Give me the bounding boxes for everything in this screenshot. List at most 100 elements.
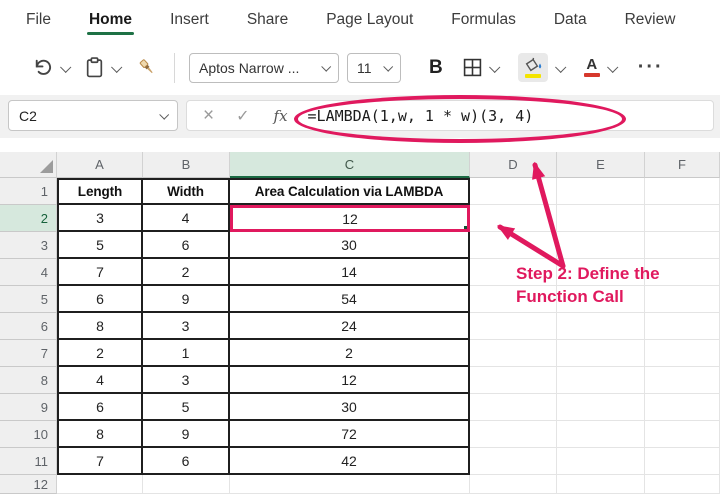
cell-E6[interactable] <box>557 313 645 340</box>
cell-F2[interactable] <box>645 205 720 232</box>
column-header-e[interactable]: E <box>557 152 645 178</box>
paste-button[interactable] <box>85 57 120 78</box>
cell-D2[interactable] <box>470 205 557 232</box>
cell-E2[interactable] <box>557 205 645 232</box>
select-all-button[interactable] <box>0 152 57 178</box>
bold-button[interactable]: B <box>429 57 443 79</box>
cell-C7[interactable]: 2 <box>230 340 470 367</box>
cell-E3[interactable] <box>557 232 645 259</box>
chevron-down-icon[interactable] <box>607 61 618 72</box>
formula-text[interactable]: =LAMBDA(1,w, 1 * w)(3, 4) <box>308 107 534 125</box>
cell-A3[interactable]: 5 <box>57 232 143 259</box>
cell-A9[interactable]: 6 <box>57 394 143 421</box>
tab-file[interactable]: File <box>24 2 53 38</box>
cell-C9[interactable]: 30 <box>230 394 470 421</box>
cell-B1[interactable]: Width <box>143 178 230 205</box>
cell-D4[interactable] <box>470 259 557 286</box>
cell-B7[interactable]: 1 <box>143 340 230 367</box>
cell-D9[interactable] <box>470 394 557 421</box>
chevron-down-icon[interactable] <box>489 61 500 72</box>
chevron-down-icon[interactable] <box>111 61 122 72</box>
cell-A1[interactable]: Length <box>57 178 143 205</box>
cell-D8[interactable] <box>470 367 557 394</box>
cell-B2[interactable]: 4 <box>143 205 230 232</box>
font-color-button[interactable]: A <box>584 59 616 77</box>
cell-C4[interactable]: 14 <box>230 259 470 286</box>
tab-review[interactable]: Review <box>623 2 678 38</box>
cell-D7[interactable] <box>470 340 557 367</box>
cell-C3[interactable]: 30 <box>230 232 470 259</box>
cell-A4[interactable]: 7 <box>57 259 143 286</box>
row-header-10[interactable]: 10 <box>0 421 57 448</box>
tab-home[interactable]: Home <box>87 2 134 38</box>
tab-formulas[interactable]: Formulas <box>449 2 518 38</box>
cell-E10[interactable] <box>557 421 645 448</box>
cell-B4[interactable]: 2 <box>143 259 230 286</box>
cell-B10[interactable]: 9 <box>143 421 230 448</box>
name-box[interactable]: C2 <box>8 100 178 131</box>
column-header-b[interactable]: B <box>143 152 230 178</box>
fx-icon[interactable]: fx <box>274 107 288 125</box>
cell-E4[interactable] <box>557 259 645 286</box>
cell-B6[interactable]: 3 <box>143 313 230 340</box>
cell-B12[interactable] <box>143 475 230 494</box>
cell-E11[interactable] <box>557 448 645 475</box>
column-header-a[interactable]: A <box>57 152 143 178</box>
cancel-icon[interactable]: × <box>203 105 214 127</box>
tab-page-layout[interactable]: Page Layout <box>324 2 415 38</box>
cell-F4[interactable] <box>645 259 720 286</box>
cell-F11[interactable] <box>645 448 720 475</box>
row-header-1[interactable]: 1 <box>0 178 57 205</box>
borders-button[interactable] <box>463 58 498 77</box>
column-header-f[interactable]: F <box>645 152 720 178</box>
cell-B5[interactable]: 9 <box>143 286 230 313</box>
cell-F5[interactable] <box>645 286 720 313</box>
cell-D12[interactable] <box>470 475 557 494</box>
row-header-12[interactable]: 12 <box>0 475 57 494</box>
row-header-11[interactable]: 11 <box>0 448 57 475</box>
cell-A5[interactable]: 6 <box>57 286 143 313</box>
tab-insert[interactable]: Insert <box>168 2 211 38</box>
cell-F9[interactable] <box>645 394 720 421</box>
cell-F6[interactable] <box>645 313 720 340</box>
column-header-c[interactable]: C <box>230 152 470 178</box>
cell-A11[interactable]: 7 <box>57 448 143 475</box>
cell-A6[interactable]: 8 <box>57 313 143 340</box>
cell-E8[interactable] <box>557 367 645 394</box>
cell-B11[interactable]: 6 <box>143 448 230 475</box>
cell-C2[interactable]: 12 <box>230 205 470 232</box>
cell-A2[interactable]: 3 <box>57 205 143 232</box>
cell-F10[interactable] <box>645 421 720 448</box>
row-header-3[interactable]: 3 <box>0 232 57 259</box>
cell-C12[interactable] <box>230 475 470 494</box>
cell-A10[interactable]: 8 <box>57 421 143 448</box>
row-header-4[interactable]: 4 <box>0 259 57 286</box>
formula-input[interactable]: × ✓ fx =LAMBDA(1,w, 1 * w)(3, 4) <box>186 100 714 131</box>
undo-button[interactable] <box>32 57 69 78</box>
cell-C10[interactable]: 72 <box>230 421 470 448</box>
cell-E12[interactable] <box>557 475 645 494</box>
tab-data[interactable]: Data <box>552 2 589 38</box>
tab-share[interactable]: Share <box>245 2 290 38</box>
row-header-5[interactable]: 5 <box>0 286 57 313</box>
row-header-9[interactable]: 9 <box>0 394 57 421</box>
cell-B9[interactable]: 5 <box>143 394 230 421</box>
cell-A8[interactable]: 4 <box>57 367 143 394</box>
enter-icon[interactable]: ✓ <box>236 106 249 126</box>
cell-C1[interactable]: Area Calculation via LAMBDA <box>230 178 470 205</box>
row-header-6[interactable]: 6 <box>0 313 57 340</box>
chevron-down-icon[interactable] <box>60 61 71 72</box>
cell-C11[interactable]: 42 <box>230 448 470 475</box>
cell-A7[interactable]: 2 <box>57 340 143 367</box>
row-header-7[interactable]: 7 <box>0 340 57 367</box>
cell-B8[interactable]: 3 <box>143 367 230 394</box>
more-options-button[interactable]: ··· <box>638 56 664 79</box>
fill-color-button[interactable] <box>518 53 564 82</box>
cell-D5[interactable] <box>470 286 557 313</box>
cell-D6[interactable] <box>470 313 557 340</box>
cell-D11[interactable] <box>470 448 557 475</box>
chevron-down-icon[interactable] <box>555 61 566 72</box>
cell-B3[interactable]: 6 <box>143 232 230 259</box>
font-name-select[interactable]: Aptos Narrow ... <box>189 53 339 83</box>
cell-D10[interactable] <box>470 421 557 448</box>
